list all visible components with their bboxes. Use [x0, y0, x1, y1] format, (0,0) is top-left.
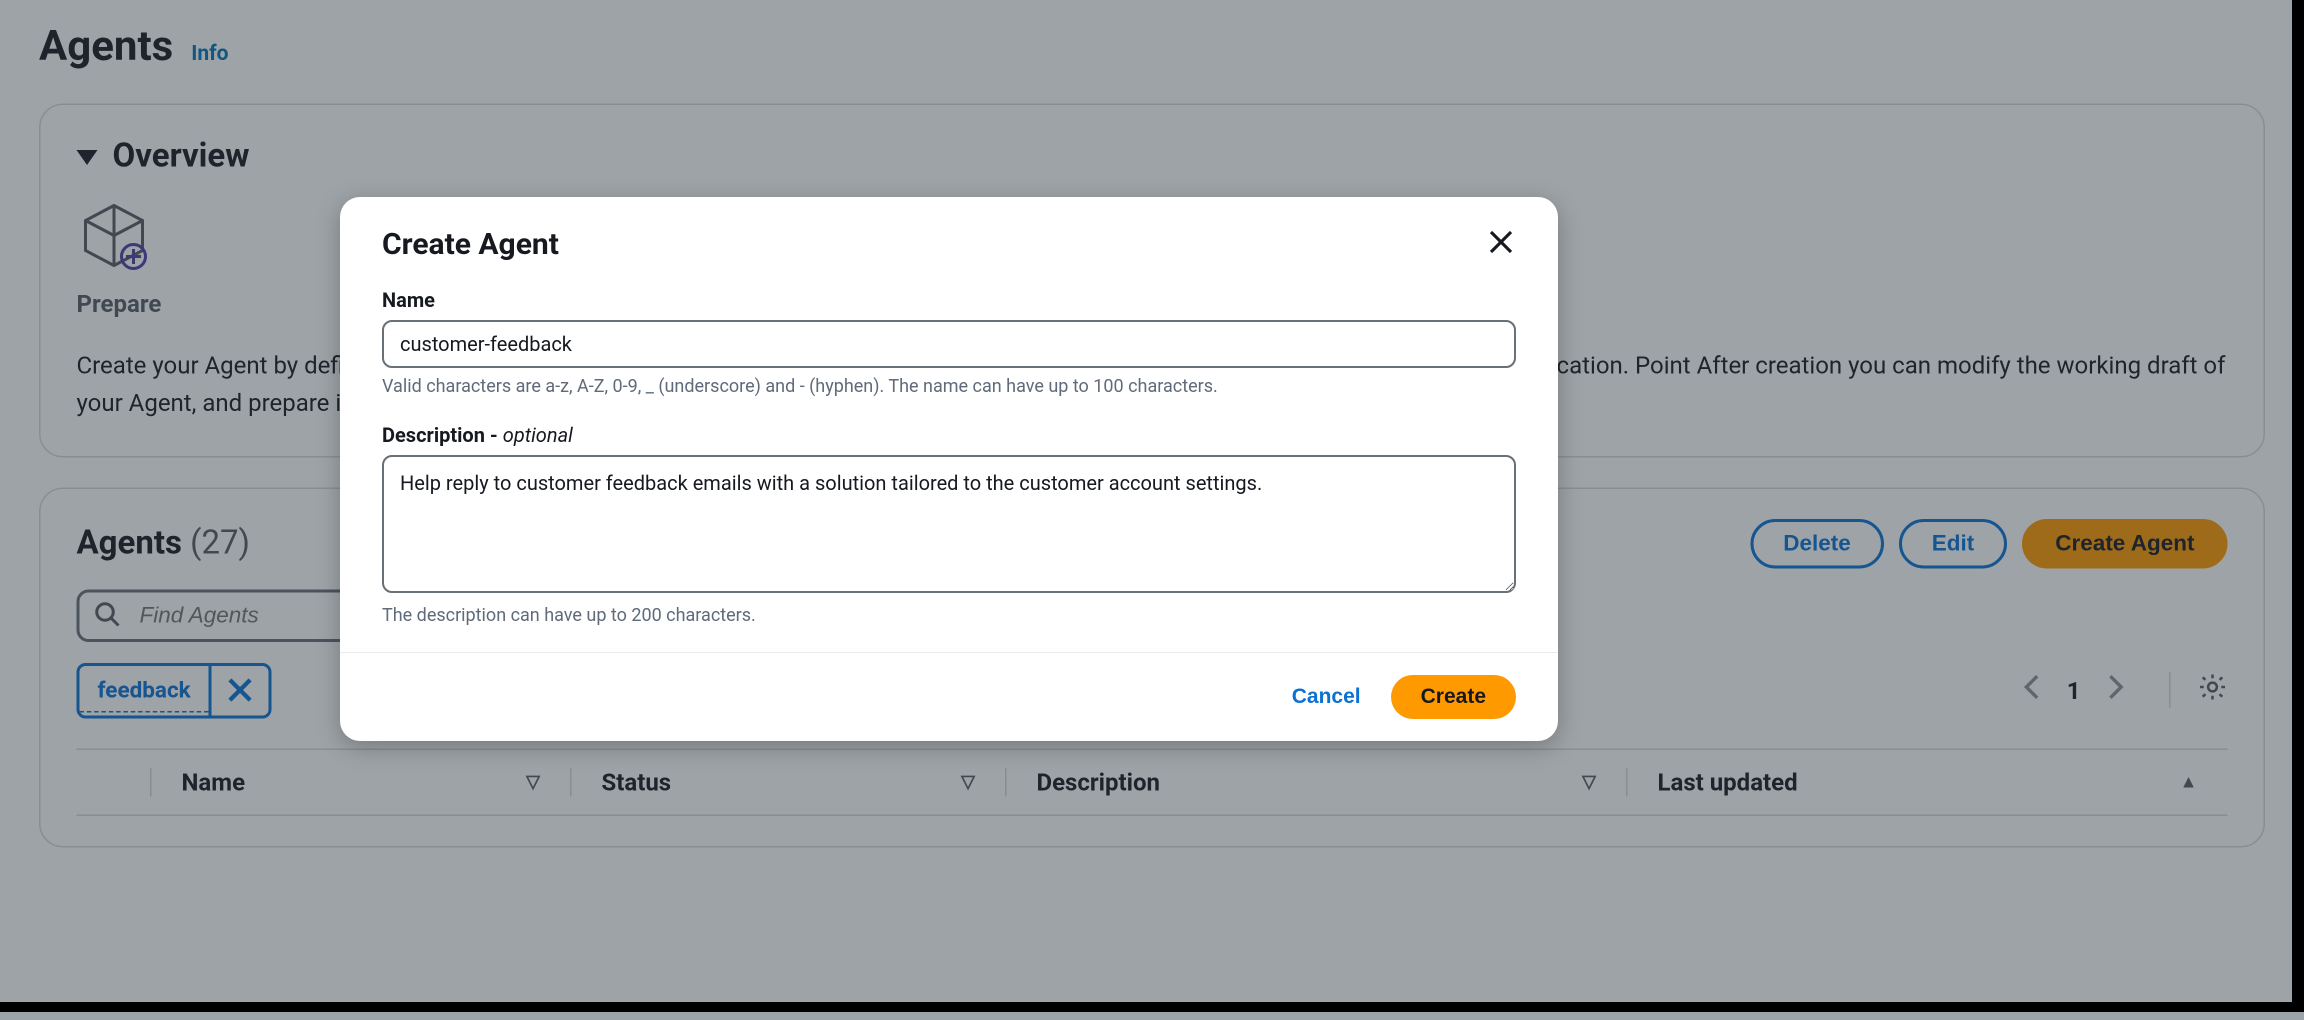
description-label: Description - optional: [382, 423, 1516, 447]
modal-close-icon[interactable]: [1486, 227, 1516, 262]
description-hint: The description can have up to 200 chara…: [382, 605, 1516, 626]
description-textarea[interactable]: [382, 455, 1516, 593]
modal-title: Create Agent: [382, 227, 559, 262]
cancel-button[interactable]: Cancel: [1292, 685, 1361, 709]
name-hint: Valid characters are a-z, A-Z, 0-9, _ (u…: [382, 376, 1516, 397]
name-label: Name: [382, 288, 1516, 312]
create-button[interactable]: Create: [1391, 675, 1516, 719]
create-agent-modal: Create Agent Name Valid characters are a…: [340, 197, 1558, 741]
name-input[interactable]: [382, 320, 1516, 368]
